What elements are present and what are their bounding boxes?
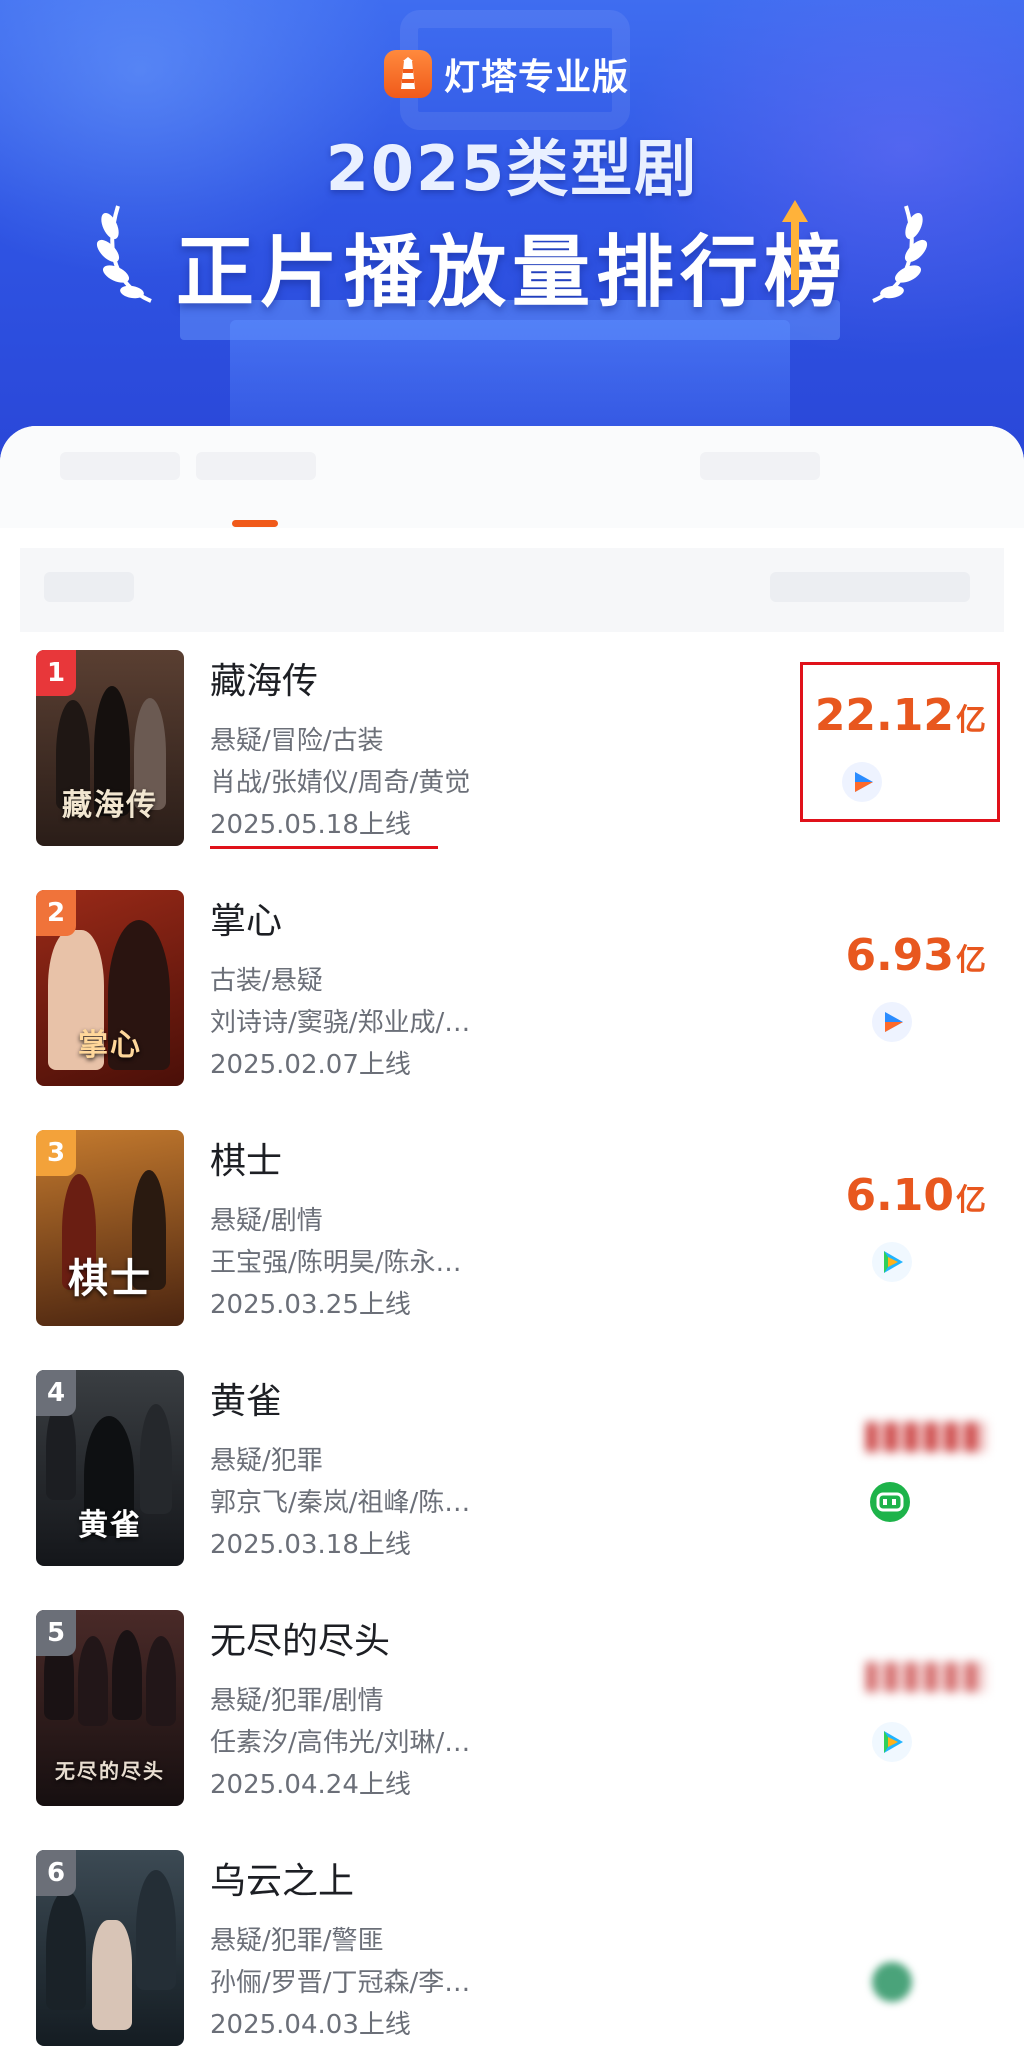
ranking-row[interactable]: 黄雀 4 黄雀 悬疑/犯罪 郭京飞/秦岚/祖峰/陈… 2025.03.18上线 [0,1370,1024,1610]
ranking-row[interactable]: 掌心 2 掌心 古装/悬疑 刘诗诗/窦骁/郑业成/… 2025.02.07上线 … [0,890,1024,1130]
highlight-box [800,662,1000,822]
drama-title: 黄雀 [210,1381,283,1422]
ranking-row[interactable]: 6 乌云之上 悬疑/犯罪/警匪 孙俪/罗晋/丁冠森/李… 2025.04.03上… [0,1850,1024,2048]
rank-badge: 6 [36,1850,76,1896]
laurel-left-icon [96,205,152,303]
drama-title: 掌心 [210,901,283,942]
drama-title: 棋士 [210,1141,283,1182]
highlight-underline [210,846,438,849]
drama-cast: 孙俪/罗晋/丁冠森/李… [210,1968,471,1998]
poster-title: 藏海传 [62,788,158,823]
tencent-video-icon [872,1722,912,1762]
rank-badge: 2 [36,890,76,936]
drama-genres: 悬疑/冒险/古装 [210,726,384,756]
tab-indicator [232,520,278,527]
release-date: 2025.03.18上线 [210,1530,411,1560]
drama-title: 乌云之上 [210,1861,355,1902]
youku-icon [872,1002,912,1042]
release-date: 2025.02.07上线 [210,1050,411,1080]
drama-genres: 悬疑/犯罪/剧情 [210,1686,384,1716]
play-count-unit: 亿 [956,943,986,978]
release-date: 2025.03.25上线 [210,1290,411,1320]
release-date: 2025.04.03上线 [210,2010,411,2040]
poster-title: 掌心 [78,1028,142,1063]
drama-genres: 悬疑/犯罪 [210,1446,323,1476]
rank-badge: 3 [36,1130,76,1176]
tab-placeholder[interactable] [700,452,820,480]
ranking-row[interactable]: 棋士 3 棋士 悬疑/剧情 王宝强/陈明昊/陈永… 2025.03.25上线 6… [0,1130,1024,1370]
poster-title: 无尽的尽头 [55,1759,165,1783]
release-date: 2025.05.18上线 [210,810,411,840]
play-count: 6.10 亿 [845,1170,986,1221]
drama-cast: 肖战/张婧仪/周奇/黄觉 [210,768,471,798]
drama-genres: 悬疑/剧情 [210,1206,323,1236]
up-arrow-icon [782,200,808,290]
ranking-row[interactable]: 无尽的尽头 5 无尽的尽头 悬疑/犯罪/剧情 任素汐/高伟光/刘琳/… 2025… [0,1610,1024,1850]
rank-badge: 4 [36,1370,76,1416]
banner-header: 灯塔专业版 2025类型剧 正片播放量排行榜 [0,0,1024,460]
drama-cast: 郭京飞/秦岚/祖峰/陈… [210,1488,471,1518]
drama-title: 藏海传 [210,661,319,702]
filter-placeholder[interactable] [44,572,134,602]
filter-placeholder[interactable] [770,572,970,602]
mango-icon [872,1962,912,2002]
drama-genres: 古装/悬疑 [210,966,323,996]
tab-placeholder[interactable] [60,452,180,480]
poster-title: 黄雀 [78,1508,142,1543]
brand-name: 灯塔专业版 [444,57,630,98]
drama-genres: 悬疑/犯罪/警匪 [210,1926,384,1956]
play-count-obscured [866,1662,986,1692]
play-count: 6.93 亿 [845,930,986,981]
iqiyi-icon [870,1482,910,1522]
drama-cast: 刘诗诗/窦骁/郑业成/… [210,1008,471,1038]
drama-cast: 王宝强/陈明昊/陈永… [210,1248,462,1278]
tab-placeholder[interactable] [196,452,316,480]
brand: 灯塔专业版 [384,48,629,100]
drama-title: 无尽的尽头 [210,1621,391,1662]
play-count-value: 6.93 [845,930,954,981]
drama-cast: 任素汐/高伟光/刘琳/… [210,1728,471,1758]
rank-badge: 1 [36,650,76,696]
rank-badge: 5 [36,1610,76,1656]
play-count-value: 6.10 [845,1170,954,1221]
banner-subtitle: 2025类型剧 [325,132,699,205]
play-count-unit: 亿 [956,1183,986,1218]
play-count-obscured [866,1422,986,1452]
poster-title: 棋士 [68,1255,152,1302]
lighthouse-logo-icon [384,50,432,98]
release-date: 2025.04.24上线 [210,1770,411,1800]
laurel-right-icon [872,205,928,303]
tencent-video-icon [872,1242,912,1282]
